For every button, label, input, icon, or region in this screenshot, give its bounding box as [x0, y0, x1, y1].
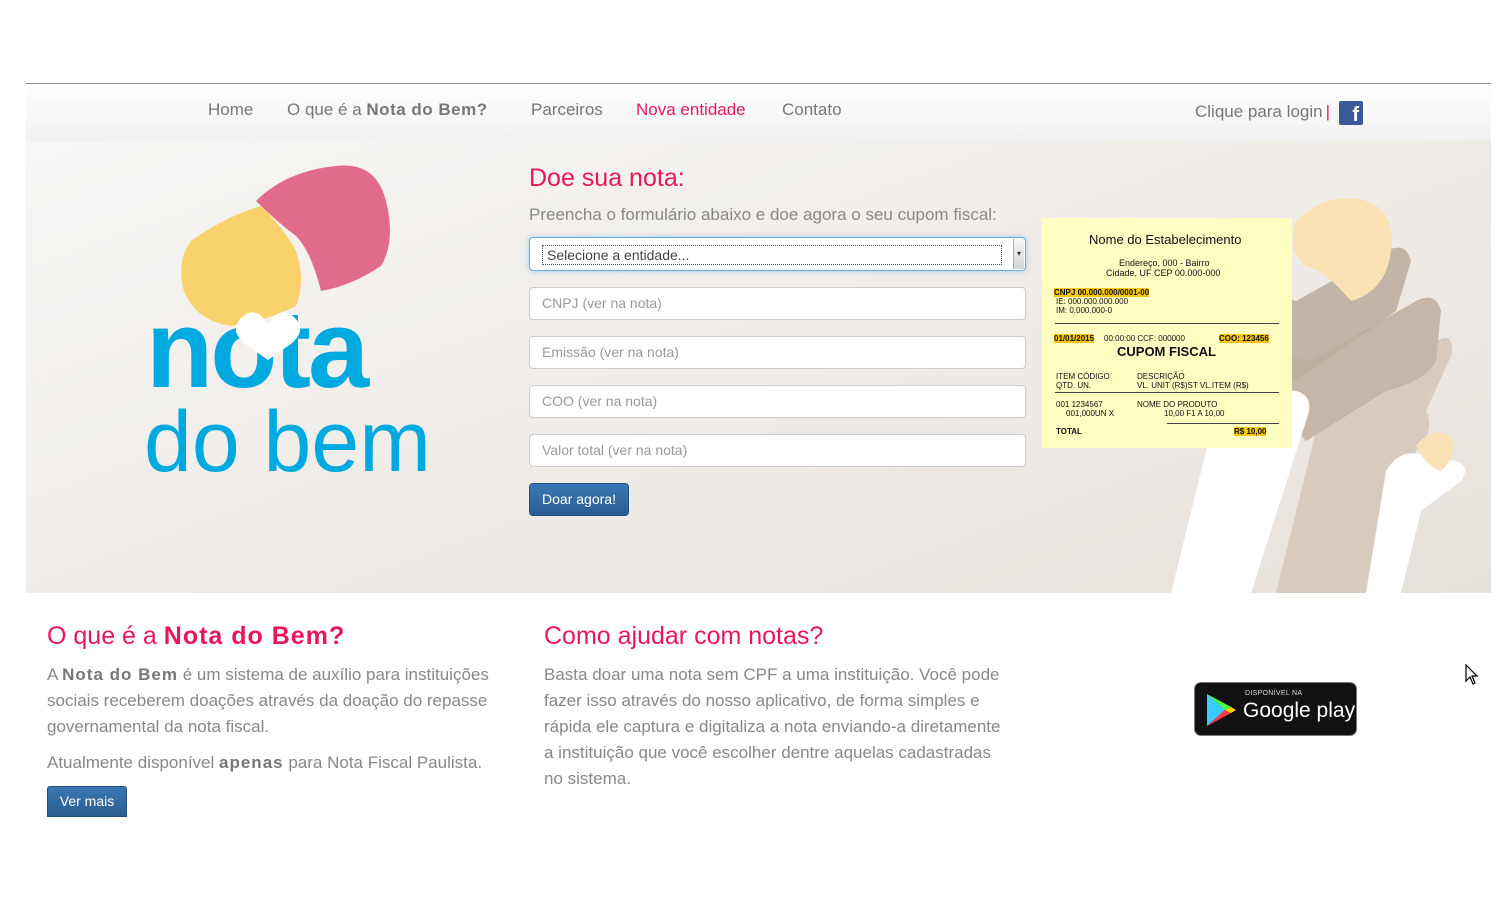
donate-form-subtitle: Preencha o formulário abaixo e doe agora…: [529, 205, 997, 224]
receipt-divider-3: [1167, 423, 1279, 424]
receipt-header-1b: DESCRIÇÃO: [1137, 372, 1185, 381]
donate-form-title: Doe sua nota:: [529, 164, 685, 192]
receipt-item-2b: 10,00 F1 A 10,00: [1164, 409, 1225, 418]
about-title-brand: Nota do Bem?: [163, 622, 346, 650]
receipt-title: CUPOM FISCAL: [1117, 344, 1216, 359]
entity-select-value: Selecione a entidade...: [542, 245, 1002, 265]
about-p2-prefix: Atualmente disponível: [47, 753, 215, 772]
hero-section: nota do bem Doe sua nota: Preencha o for…: [26, 141, 1491, 593]
about-paragraph-1: A Nota do Bem é um sistema de auxílio pa…: [47, 662, 522, 740]
nav-about-brand: Nota do Bem?: [366, 100, 488, 119]
help-paragraph: Basta doar uma nota sem CPF a uma instit…: [544, 665, 1001, 788]
google-play-icon: [1207, 694, 1236, 726]
about-p2-bold: apenas: [219, 753, 284, 772]
google-play-small-label: DISPONÍVEL NA: [1245, 690, 1303, 697]
emissao-input[interactable]: Emissão (ver na nota): [529, 336, 1026, 369]
see-more-button[interactable]: Ver mais: [47, 786, 127, 817]
nav-contact[interactable]: Contato: [782, 100, 842, 120]
entity-select[interactable]: Selecione a entidade... ▾: [529, 237, 1026, 271]
logo-word-do-bem: do bem: [144, 394, 426, 481]
receipt-date: 01/01/2015: [1054, 334, 1095, 343]
receipt-total-label: TOTAL: [1056, 427, 1082, 436]
google-play-big-label: Google play: [1243, 699, 1356, 722]
nav-about-prefix: O que é a: [287, 100, 362, 119]
about-p1-prefix: A: [47, 665, 58, 684]
google-play-badge[interactable]: DISPONÍVEL NA Google play: [1194, 682, 1357, 736]
receipt-divider-2: [1055, 392, 1279, 393]
receipt-header-2: QTD. UN.: [1056, 381, 1092, 390]
receipt-city: Cidade, UF CEP 00.000-000: [1106, 268, 1221, 278]
about-paragraph-2: Atualmente disponível apenas para Nota F…: [47, 750, 527, 776]
receipt-store: Nome do Estabelecimento: [1089, 232, 1242, 247]
login-link[interactable]: Clique para login |: [1195, 102, 1330, 122]
login-label: Clique para login: [1195, 102, 1323, 121]
coo-input[interactable]: COO (ver na nota): [529, 385, 1026, 418]
receipt-time-ccf: 00:00:00 CCF: 000000: [1104, 334, 1185, 343]
chevron-down-icon[interactable]: ▾: [1013, 239, 1024, 269]
about-title-prefix: O que é a: [47, 622, 157, 650]
help-title: Como ajudar com notas?: [544, 622, 824, 650]
receipt-coo: COO: 123456: [1219, 334, 1269, 343]
receipt-ie: IE: 000.000.000.000: [1056, 297, 1129, 306]
about-p2-text: para Nota Fiscal Paulista.: [288, 753, 483, 772]
about-p1-brand: Nota do Bem: [62, 665, 178, 684]
facebook-icon[interactable]: f: [1339, 101, 1363, 126]
donate-now-button[interactable]: Doar agora!: [529, 483, 629, 516]
nav-partners[interactable]: Parceiros: [531, 100, 603, 120]
nota-do-bem-logo: nota do bem: [144, 165, 426, 481]
nav-about[interactable]: O que é a Nota do Bem?: [287, 100, 488, 120]
receipt-total-value: R$ 10,00: [1234, 427, 1267, 436]
receipt-item-1: 001 1234567: [1056, 400, 1103, 409]
login-separator: |: [1325, 102, 1331, 121]
receipt-cnpj: CNPJ 00.000.000/0001-00: [1054, 288, 1150, 297]
navbar: Home O que é a Nota do Bem? Parceiros No…: [26, 83, 1491, 141]
cnpj-input[interactable]: CNPJ (ver na nota): [529, 287, 1026, 320]
about-title: O que é a Nota do Bem?: [47, 622, 345, 651]
valor-total-input[interactable]: Valor total (ver na nota): [529, 434, 1026, 467]
receipt-header-2b: VL. UNIT (R$)ST VL.ITEM (R$): [1137, 381, 1249, 390]
receipt-address: Endereço, 000 - Bairro: [1119, 258, 1210, 268]
receipt-divider: [1055, 323, 1279, 324]
receipt-im: IM: 0.000.000-0: [1056, 306, 1113, 315]
receipt-item-1b: NOME DO PRODUTO: [1137, 400, 1218, 409]
receipt-item-2: 001,000UN X: [1066, 409, 1115, 418]
nav-home[interactable]: Home: [208, 100, 253, 120]
nav-new-entity[interactable]: Nova entidade: [636, 100, 746, 120]
receipt-example-image: Nome do Estabelecimento Endereço, 000 - …: [1042, 218, 1292, 448]
mouse-cursor-icon: [1465, 664, 1479, 685]
receipt-header-1: ITEM CÓDIGO: [1056, 372, 1110, 381]
